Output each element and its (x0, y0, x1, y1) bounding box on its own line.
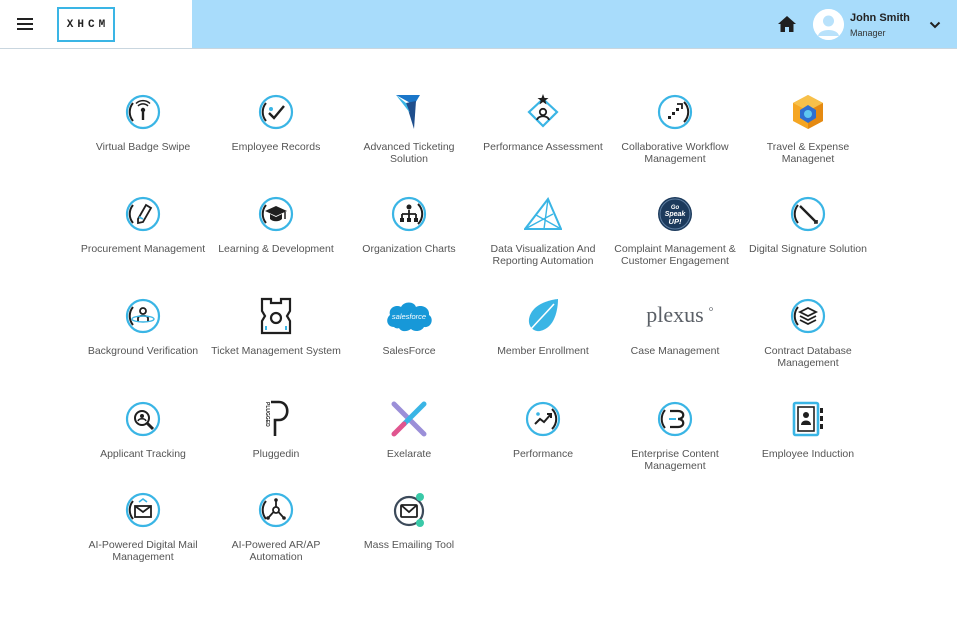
pluggedin-icon: PLUGGED (264, 400, 289, 436)
app-tile-employee-records[interactable]: Employee Records (209, 93, 343, 153)
app-label: Ticket Management System (211, 345, 341, 357)
app-label: Learning & Development (218, 243, 334, 255)
app-label: Advanced Ticketing Solution (363, 141, 455, 165)
chevron-down-icon[interactable] (928, 18, 942, 32)
app-tile-ticket-management[interactable]: Ticket Management System (209, 297, 343, 357)
app-label: Virtual Badge Swipe (95, 141, 191, 153)
user-avatar-icon[interactable] (813, 9, 844, 40)
enterprise-content-icon (657, 401, 693, 437)
app-tile-applicant-tracking[interactable]: Applicant Tracking (76, 400, 210, 460)
leaf-icon (528, 299, 558, 332)
header-brand-area: XHCM (0, 0, 192, 48)
app-tile-contract-database[interactable]: Contract Database Management (741, 297, 875, 369)
employee-records-icon (258, 94, 294, 130)
org-chart-icon (391, 196, 427, 232)
procurement-icon (125, 196, 161, 232)
app-label: Employee Induction (761, 448, 855, 460)
app-tile-case-management[interactable]: plexus Case Management (608, 297, 742, 357)
contract-database-icon (790, 298, 826, 334)
app-tile-employee-induction[interactable]: Employee Induction (741, 400, 875, 460)
app-label: Applicant Tracking (100, 448, 186, 460)
app-tile-organization-charts[interactable]: Organization Charts (342, 195, 476, 255)
app-label: Background Verification (87, 345, 199, 357)
app-label: SalesForce (382, 345, 436, 357)
app-tile-procurement-management[interactable]: Procurement Management (76, 195, 210, 255)
salesforce-cloud-icon: salesforce (387, 302, 432, 332)
app-label: Procurement Management (80, 243, 206, 255)
app-label: AI-Powered AR/AP Automation (231, 539, 321, 563)
top-header: XHCM John Smith Manager (0, 0, 957, 49)
travel-expense-icon (793, 95, 823, 129)
graduation-cap-icon (258, 196, 294, 232)
app-tile-enterprise-content[interactable]: Enterprise Content Management (608, 400, 742, 472)
app-label: Member Enrollment (497, 345, 589, 357)
app-label: Collaborative Workflow Management (621, 141, 729, 165)
mass-email-icon (393, 493, 425, 527)
app-label: Organization Charts (362, 243, 456, 255)
ticketing-icon (396, 95, 420, 129)
app-label: Contract Database Management (764, 345, 852, 369)
home-icon[interactable] (777, 14, 797, 34)
app-label: Complaint Management & Customer Engageme… (614, 243, 736, 267)
go-speak-up-text-3: UP! (669, 217, 682, 226)
app-label: Data Visualization And Reporting Automat… (490, 243, 596, 267)
plexus-logo-icon: plexus (646, 302, 713, 327)
app-label: Digital Signature Solution (749, 243, 867, 255)
data-visualization-icon (524, 197, 562, 230)
app-label: Pluggedin (252, 448, 300, 460)
logo-text: XHCM (66, 18, 110, 31)
app-tile-pluggedin[interactable]: PLUGGED Pluggedin (209, 400, 343, 460)
app-tile-performance-assessment[interactable]: Performance Assessment (476, 93, 610, 153)
performance-chart-icon (525, 401, 561, 437)
app-tile-exelarate[interactable]: Exelarate (342, 400, 476, 460)
ai-mail-icon (125, 492, 161, 528)
app-tile-mass-emailing[interactable]: Mass Emailing Tool (342, 491, 476, 551)
app-label: Performance (512, 448, 574, 460)
app-label: Mass Emailing Tool (363, 539, 455, 551)
app-tile-member-enrollment[interactable]: Member Enrollment (476, 297, 610, 357)
app-label: Employee Records (231, 141, 321, 153)
background-verification-icon (125, 298, 161, 334)
app-tile-data-visualization[interactable]: Data Visualization And Reporting Automat… (476, 195, 610, 267)
app-tile-ai-digital-mail[interactable]: AI-Powered Digital Mail Management (76, 491, 210, 563)
app-tile-travel-expense[interactable]: Travel & Expense Managenet (741, 93, 875, 165)
go-speak-up-icon: Go Speak UP! (658, 197, 692, 231)
app-tile-background-verification[interactable]: Background Verification (76, 297, 210, 357)
app-label: Travel & Expense Managenet (766, 141, 850, 165)
user-name[interactable]: John Smith (850, 12, 910, 24)
exelarate-x-icon (391, 401, 427, 437)
plexus-wordmark: plexus (646, 302, 703, 327)
workflow-icon (657, 94, 693, 130)
app-tile-performance[interactable]: Performance (476, 400, 610, 460)
badge-swipe-icon (125, 94, 161, 130)
company-logo[interactable]: XHCM (57, 7, 115, 42)
app-label: Case Management (630, 345, 720, 357)
app-tile-learning-development[interactable]: Learning & Development (209, 195, 343, 255)
ai-arap-icon (258, 492, 294, 528)
app-label: Exelarate (386, 448, 432, 460)
contact-book-icon (792, 401, 823, 437)
pluggedin-vertical-text: PLUGGED (264, 402, 270, 427)
app-label: Performance Assessment (483, 141, 603, 153)
app-tile-virtual-badge-swipe[interactable]: Virtual Badge Swipe (76, 93, 210, 153)
app-tile-advanced-ticketing[interactable]: Advanced Ticketing Solution (342, 93, 476, 165)
app-tile-collaborative-workflow[interactable]: Collaborative Workflow Management (608, 93, 742, 165)
app-label: Enterprise Content Management (631, 448, 719, 472)
app-tile-digital-signature[interactable]: Digital Signature Solution (741, 195, 875, 255)
magnifier-person-icon (125, 401, 161, 437)
performance-assessment-icon (527, 94, 559, 128)
digital-signature-icon (790, 196, 826, 232)
app-tile-salesforce[interactable]: salesforce SalesForce (342, 297, 476, 357)
app-label: AI-Powered Digital Mail Management (88, 539, 198, 563)
ticket-management-icon (260, 297, 292, 335)
user-role: Manager (850, 28, 886, 38)
app-tile-ai-arap[interactable]: AI-Powered AR/AP Automation (209, 491, 343, 563)
salesforce-wordmark: salesforce (392, 312, 426, 321)
hamburger-menu-icon[interactable] (15, 14, 35, 34)
app-tile-complaint-management[interactable]: Go Speak UP! Complaint Management & Cust… (608, 195, 742, 267)
